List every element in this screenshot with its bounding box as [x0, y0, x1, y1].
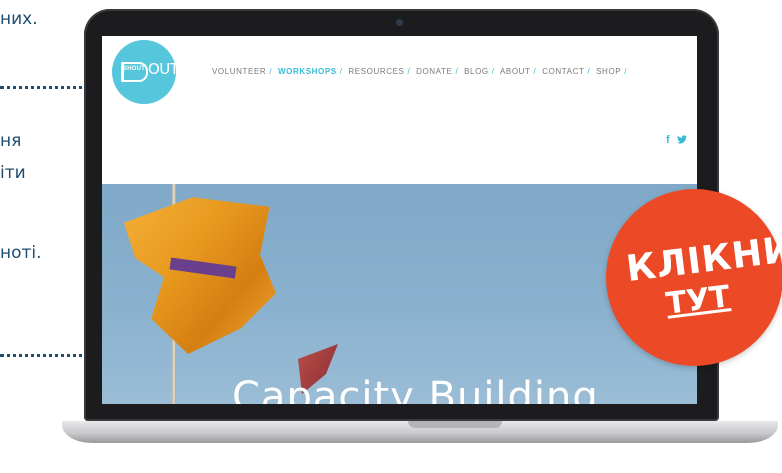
nav-item-donate[interactable]: DONATE — [416, 67, 452, 76]
nav-item-workshops[interactable]: WORKSHOPS — [278, 67, 337, 76]
hero-title: Capacity Building — [232, 374, 599, 404]
nav-item-shop[interactable]: SHOP — [596, 67, 621, 76]
nav-item-blog[interactable]: BLOG — [464, 67, 489, 76]
side-text-4: ноті. — [0, 243, 42, 263]
dotted-divider-top — [0, 86, 96, 89]
flag-orange — [124, 197, 276, 354]
social-links: f — [666, 134, 687, 146]
facebook-icon[interactable]: f — [666, 134, 670, 146]
cta-line-1: КЛІКНИ — [624, 228, 782, 291]
click-here-badge[interactable]: КЛІКНИ ТУТ — [606, 189, 782, 366]
twitter-icon[interactable] — [674, 134, 687, 146]
logo-shout-text: SHOUT — [123, 66, 145, 72]
shout-out-logo[interactable]: SHOUT OUT — [112, 40, 179, 104]
megaphone-icon — [121, 62, 148, 82]
laptop-notch — [408, 421, 502, 428]
side-text-3: іти — [0, 163, 26, 183]
camera-icon — [396, 19, 403, 26]
dotted-divider-bottom — [0, 354, 96, 357]
nav-item-contact[interactable]: CONTACT — [542, 67, 584, 76]
cta-line-2: ТУТ — [664, 279, 732, 322]
nav-item-resources[interactable]: RESOURCES — [348, 67, 404, 76]
side-text-1: них. — [0, 9, 38, 29]
laptop-screen: SHOUT OUT VOLUNTEER / WORKSHOPS / RESOURCE… — [102, 36, 697, 404]
nav-item-volunteer[interactable]: VOLUNTEER — [212, 67, 266, 76]
site-nav: VOLUNTEER / WORKSHOPS / RESOURCES / DONATE /… — [212, 67, 628, 76]
logo-out-text: OUT — [148, 60, 179, 78]
nav-item-about[interactable]: ABOUT — [500, 67, 531, 76]
side-text-2: ня — [0, 131, 22, 151]
laptop-base — [62, 421, 778, 443]
